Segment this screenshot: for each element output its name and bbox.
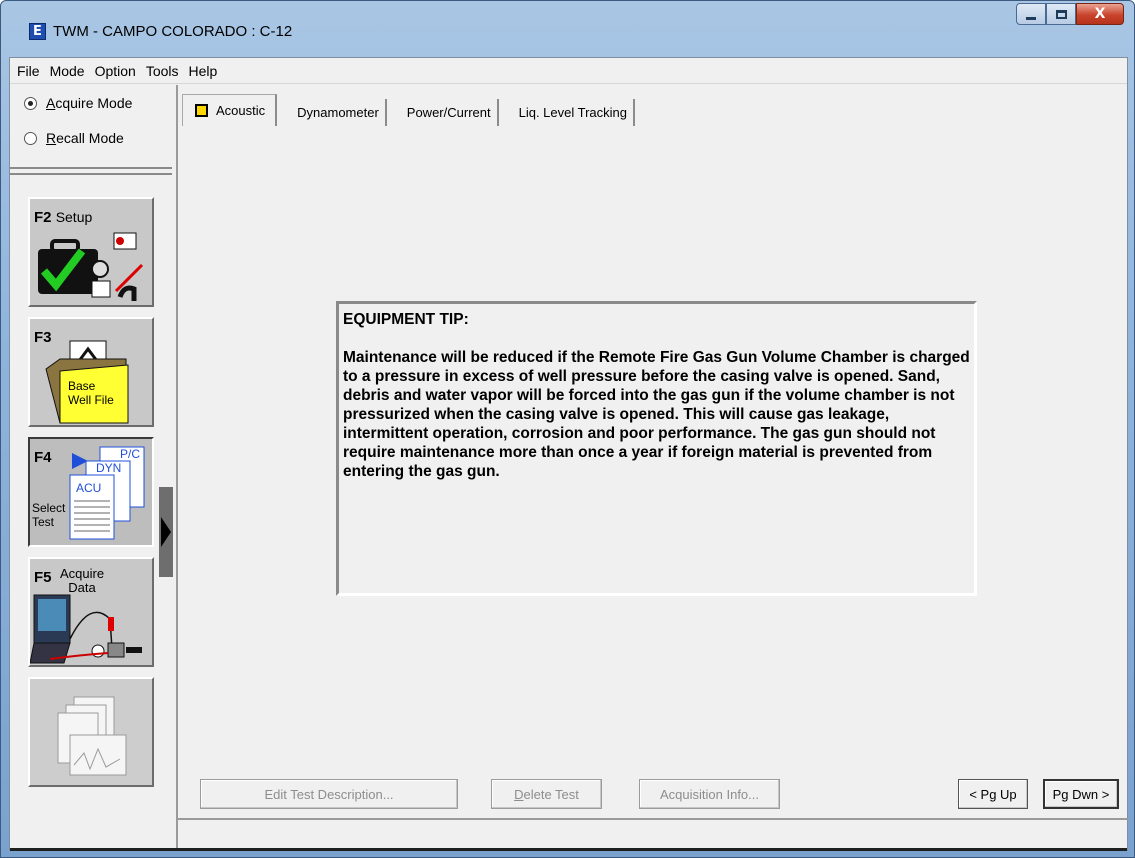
recall-mode-label: Recall Mode [46,130,124,146]
dyn-doc-label: DYN [96,461,122,475]
menu-option[interactable]: Option [90,63,141,79]
acquire-mode-radio[interactable]: Acquire Mode [24,95,132,111]
window-title: TWM - CAMPO COLORADO : C-12 [53,23,293,40]
tab-liq-level-tracking-label: Liq. Level Tracking [518,105,627,120]
radio-selected-icon [24,96,37,110]
pc-doc-label: P/C [120,447,141,461]
report-button[interactable] [28,677,154,787]
tab-acoustic-label: Acoustic [216,103,266,118]
f4-caption: Select Test [32,501,66,529]
page-up-button[interactable]: < Pg Up [958,779,1028,809]
tip-heading: EQUIPMENT TIP: [343,311,469,328]
tab-liq-level-tracking[interactable]: Liq. Level Tracking [513,99,635,126]
minimize-icon [1026,16,1036,20]
left-panel: Acquire Mode Recall Mode F2 Setup F3 Bas… [10,85,174,850]
acu-doc-label: ACU [76,481,102,495]
well-file-folder-icon [45,340,129,424]
app-icon[interactable]: E [29,23,46,40]
radio-unselected-icon [24,131,37,145]
tab-dynamometer[interactable]: Dynamometer [291,99,387,126]
edit-test-description-button[interactable]: Edit Test Description... [200,779,458,809]
panel-divider [176,85,178,850]
tab-power-current-label: Power/Current [406,105,491,120]
tab-acoustic[interactable]: Acoustic [182,94,278,126]
report-documents-icon [57,696,127,776]
window-bottom-edge [10,848,1127,851]
tab-dynamometer-label: Dynamometer [297,105,379,120]
minimize-button[interactable] [1016,3,1046,25]
acquire-mode-label: Acquire Mode [46,95,133,111]
tab-power-current[interactable]: Power/Current [401,99,499,126]
maximize-button[interactable] [1046,3,1076,25]
window-controls: X [1016,3,1124,25]
divider [10,173,172,175]
f4-select-test-button[interactable]: F4 P/C DYN ACU Select Test [28,437,154,547]
client-area: File Mode Option Tools Help Acquire Mode… [9,57,1128,851]
tab-indicator-icon [195,104,208,117]
close-button[interactable]: X [1076,3,1124,25]
selected-arrow-icon [159,487,173,577]
app-window: E TWM - CAMPO COLORADO : C-12 X File Mod… [0,0,1135,858]
setup-toolbox-icon [38,232,144,301]
page-down-button[interactable]: Pg Dwn > [1043,779,1119,809]
menu-mode[interactable]: Mode [45,63,90,79]
acquisition-info-button[interactable]: Acquisition Info... [639,779,780,809]
close-icon: X [1094,6,1106,22]
title-bar[interactable]: E TWM - CAMPO COLORADO : C-12 X [1,1,1134,45]
tip-body: Maintenance will be reduced if the Remot… [343,349,970,480]
f3-caption: Base Well File [68,379,114,407]
f2-setup-button[interactable]: F2 Setup [28,197,154,307]
menu-file[interactable]: File [12,63,45,79]
menu-tools[interactable]: Tools [141,63,184,79]
acquire-data-laptop-icon [30,594,142,664]
divider [10,167,172,169]
f3-base-well-file-button[interactable]: F3 Base Well File [28,317,154,427]
equipment-tip-panel: EQUIPMENT TIP: Maintenance will be reduc… [336,301,977,596]
test-type-tabs: Acoustic Dynamometer Power/Current Liq. … [182,94,649,126]
menu-bar: File Mode Option Tools Help [10,58,1127,84]
menu-help[interactable]: Help [184,63,223,79]
status-divider [176,818,1128,820]
recall-mode-radio[interactable]: Recall Mode [24,130,124,146]
f5-acquire-data-button[interactable]: F5 Acquire Data [28,557,154,667]
delete-test-button[interactable]: Delete Test [491,779,602,809]
maximize-icon [1055,9,1067,19]
